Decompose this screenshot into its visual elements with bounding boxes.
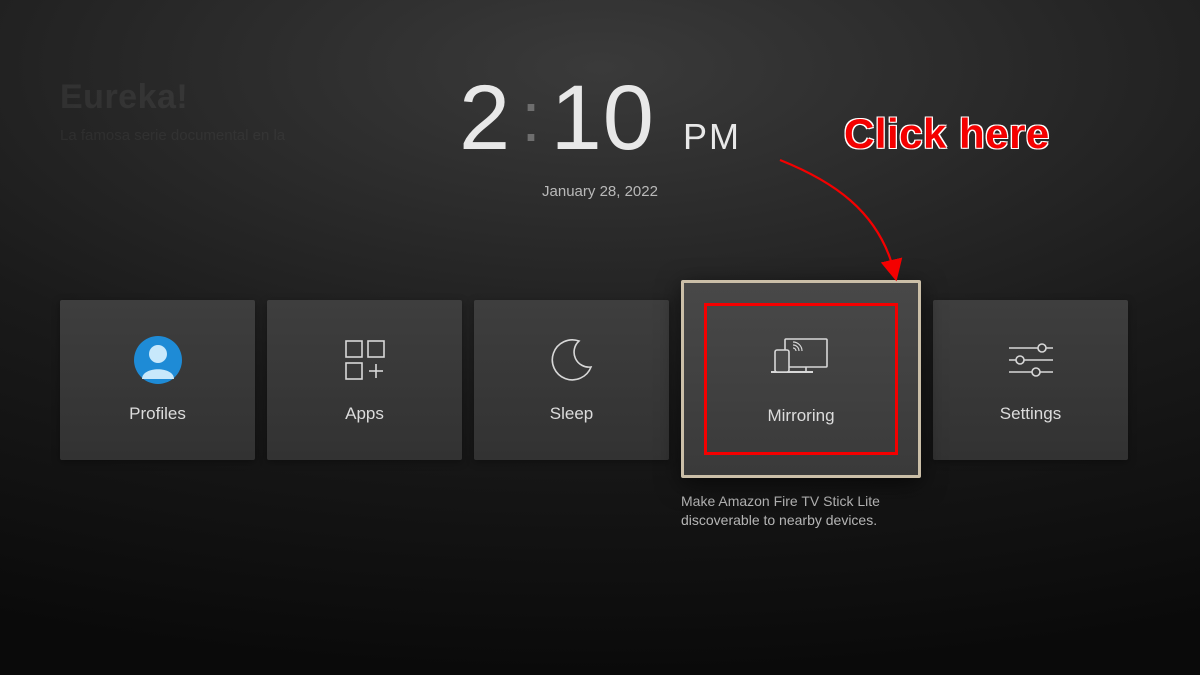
clock-hour: 2 xyxy=(459,72,511,164)
clock-minute: 10 xyxy=(551,72,655,164)
tile-profiles[interactable]: Profiles xyxy=(60,300,255,460)
tile-settings[interactable]: Settings xyxy=(933,300,1128,460)
tile-sleep[interactable]: Sleep xyxy=(474,300,669,460)
tile-label: Profiles xyxy=(129,404,186,424)
tile-description: Make Amazon Fire TV Stick Lite discovera… xyxy=(681,492,911,530)
clock-time: 2 : 10 PM xyxy=(459,72,741,165)
tile-mirroring[interactable]: Mirroring xyxy=(681,280,921,478)
tile-label: Settings xyxy=(1000,404,1061,424)
apps-icon xyxy=(343,336,387,384)
quick-menu-row: Profiles Apps Sleep xyxy=(60,300,1140,530)
tile-label: Apps xyxy=(345,404,384,424)
tile-label: Sleep xyxy=(550,404,593,424)
sliders-icon xyxy=(1006,336,1056,384)
tile-label: Mirroring xyxy=(767,406,834,426)
clock-colon: : xyxy=(521,77,540,157)
moon-icon xyxy=(549,336,595,384)
clock-date: January 28, 2022 xyxy=(0,183,1200,200)
mirroring-icon xyxy=(771,332,831,380)
profile-icon xyxy=(133,336,183,384)
annotation-text: Click here xyxy=(844,110,1050,158)
tile-apps[interactable]: Apps xyxy=(267,300,462,460)
clock-ampm: PM xyxy=(683,116,741,158)
